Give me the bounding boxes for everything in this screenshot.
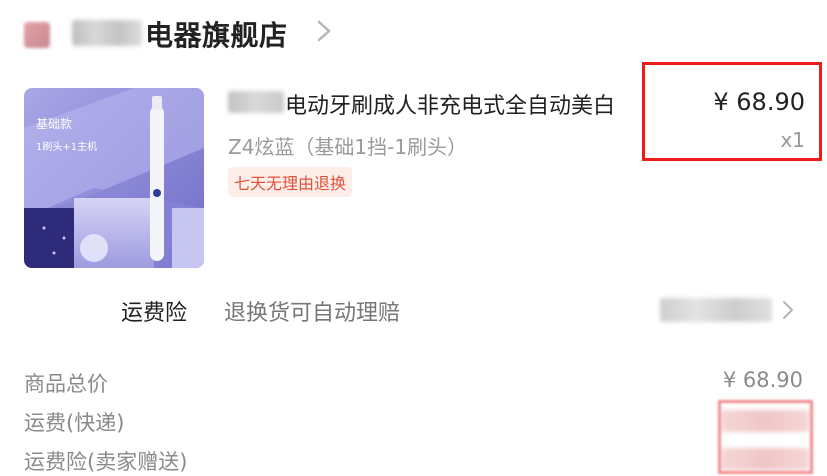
shipping-insurance-description[interactable]: 退换货可自动理赔: [224, 295, 400, 327]
title-redacted: [228, 91, 284, 113]
summary-insurance-label: 运费险(卖家赠送): [24, 450, 188, 474]
highlight-box-summary: [718, 400, 813, 474]
insurance-value-redacted: [660, 298, 772, 322]
store-name-redacted: [72, 20, 142, 46]
chevron-right-icon[interactable]: [316, 19, 332, 43]
summary-total-label: 商品总价: [24, 372, 108, 396]
image-caption-1: 基础款: [36, 117, 72, 131]
product-image[interactable]: 基础款 1刷头+1主机: [24, 88, 204, 268]
image-caption-2: 1刷头+1主机: [36, 140, 97, 153]
summary-shipping-label: 运费(快递): [24, 411, 125, 435]
product-spec[interactable]: Z4炫蓝（基础1挡-1刷头）: [228, 131, 467, 160]
chevron-right-icon[interactable]: [782, 300, 794, 320]
return-policy-badge: 七天无理由退换: [228, 167, 353, 197]
product-title[interactable]: 电动牙刷成人非充电式全自动美白: [285, 88, 640, 120]
store-name[interactable]: 电器旗舰店: [145, 14, 288, 54]
summary-total-value: ¥ 68.90: [722, 368, 803, 392]
store-logo[interactable]: [24, 22, 50, 48]
shipping-insurance-label: 运费险: [121, 301, 188, 326]
highlight-box: [642, 62, 822, 161]
